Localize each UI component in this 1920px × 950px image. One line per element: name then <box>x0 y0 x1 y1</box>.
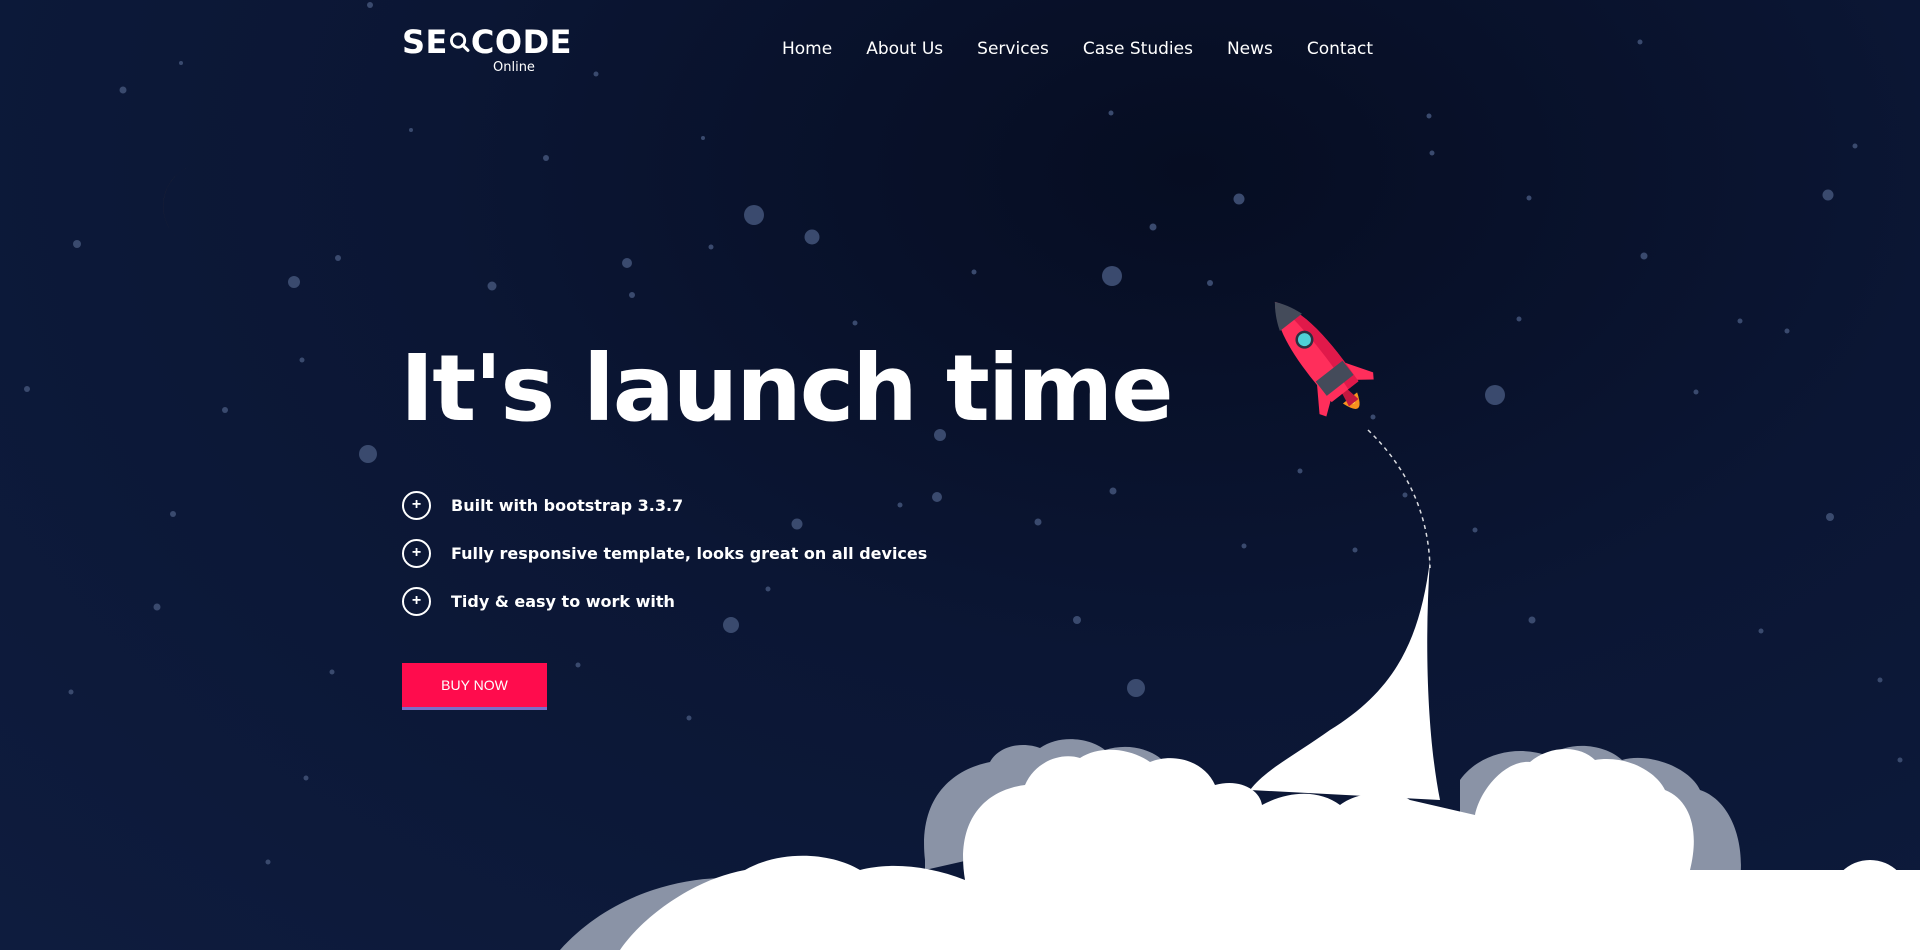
nav-news[interactable]: News <box>1227 36 1273 62</box>
feature-text: Built with bootstrap 3.3.7 <box>451 495 684 515</box>
magnifier-logo-icon <box>449 32 470 52</box>
logo-text-left: SE <box>402 23 448 61</box>
buy-now-button[interactable]: BUY NOW <box>402 663 547 710</box>
site-logo[interactable]: SE CODE Online <box>402 22 572 78</box>
nav-case-studies[interactable]: Case Studies <box>1083 36 1193 62</box>
plus-circle-icon: + <box>402 538 431 568</box>
plus-circle-icon: + <box>402 586 431 616</box>
logo-text-right: CODE <box>470 23 572 61</box>
nav-contact[interactable]: Contact <box>1307 36 1373 62</box>
feature-item: + Tidy & easy to work with <box>402 585 927 617</box>
feature-item: + Built with bootstrap 3.3.7 <box>402 489 927 521</box>
feature-text: Tidy & easy to work with <box>451 591 675 611</box>
moon-icon <box>163 163 232 240</box>
hero-headline: It's launch time <box>400 335 1174 442</box>
nav-about-us[interactable]: About Us <box>866 36 943 62</box>
feature-list: + Built with bootstrap 3.3.7 + Fully res… <box>402 489 927 633</box>
logo-wordmark: SE CODE <box>402 22 572 62</box>
main-nav: Home About Us Services Case Studies News… <box>782 36 1407 62</box>
feature-item: + Fully responsive template, looks great… <box>402 537 927 569</box>
nav-home[interactable]: Home <box>782 36 832 62</box>
plus-circle-icon: + <box>402 490 431 520</box>
nav-services[interactable]: Services <box>977 36 1049 62</box>
feature-text: Fully responsive template, looks great o… <box>451 543 928 563</box>
starfield <box>24 2 1903 865</box>
logo-tagline: Online <box>493 60 535 75</box>
